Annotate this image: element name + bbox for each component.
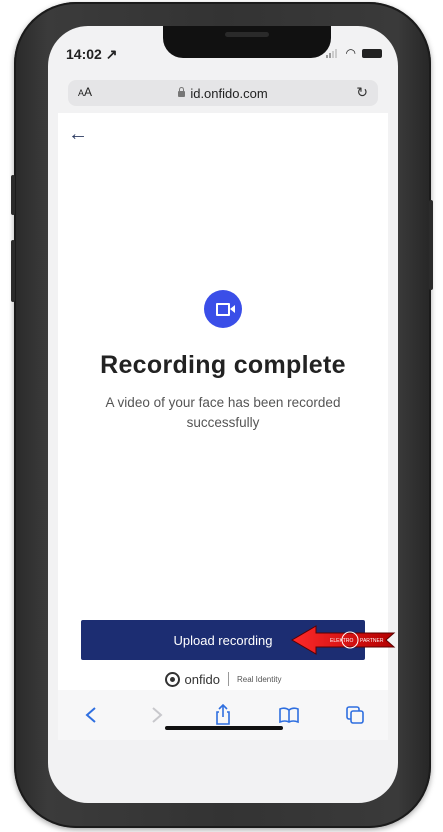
back-icon[interactable] bbox=[76, 700, 106, 730]
page-title: Recording complete bbox=[100, 351, 346, 379]
side-button-power bbox=[429, 200, 433, 290]
side-button-mute bbox=[11, 175, 15, 215]
notch bbox=[163, 26, 331, 58]
side-button-volume-up bbox=[11, 240, 15, 302]
tabs-icon[interactable] bbox=[340, 700, 370, 730]
battery-icon bbox=[362, 48, 382, 58]
text-size-button[interactable]: AA bbox=[78, 85, 92, 99]
red-arrow-overlay: ELEKTRO PARTNER bbox=[291, 625, 396, 655]
phone-screen: 14:02 ↗ ◠ AA id.onfido.com ↻ ← Recording… bbox=[48, 26, 398, 803]
wifi-icon: ◠ bbox=[345, 46, 356, 60]
back-arrow-icon[interactable]: ← bbox=[68, 123, 88, 146]
video-camera-icon bbox=[204, 290, 242, 328]
badge-text-right: PARTNER bbox=[360, 638, 384, 644]
signal-icon bbox=[325, 48, 340, 58]
brand-name: onfido bbox=[184, 671, 220, 687]
lock-icon bbox=[178, 87, 186, 97]
brand-divider bbox=[227, 672, 229, 686]
address-bar[interactable]: AA id.onfido.com ↻ bbox=[68, 80, 378, 106]
home-indicator bbox=[165, 726, 283, 730]
page-subtitle: A video of your face has been recorded s… bbox=[105, 395, 341, 430]
browser-toolbar bbox=[58, 690, 388, 740]
reload-icon[interactable]: ↻ bbox=[356, 84, 368, 101]
onfido-logo-icon bbox=[164, 671, 180, 687]
status-time: 14:02 ↗ bbox=[66, 46, 118, 62]
web-page: ← Recording complete A video of your fac… bbox=[58, 113, 396, 668]
camera-body bbox=[216, 302, 235, 316]
camera-lens bbox=[230, 304, 235, 313]
url-text: id.onfido.com bbox=[190, 85, 268, 101]
brand-tagline: Real Identity bbox=[236, 674, 282, 684]
brand-footer: onfido Real Identity bbox=[58, 668, 388, 690]
badge-text-left: ELEKTRO bbox=[330, 638, 353, 644]
status-icons: ◠ bbox=[325, 46, 382, 60]
speaker-grille bbox=[225, 32, 269, 37]
